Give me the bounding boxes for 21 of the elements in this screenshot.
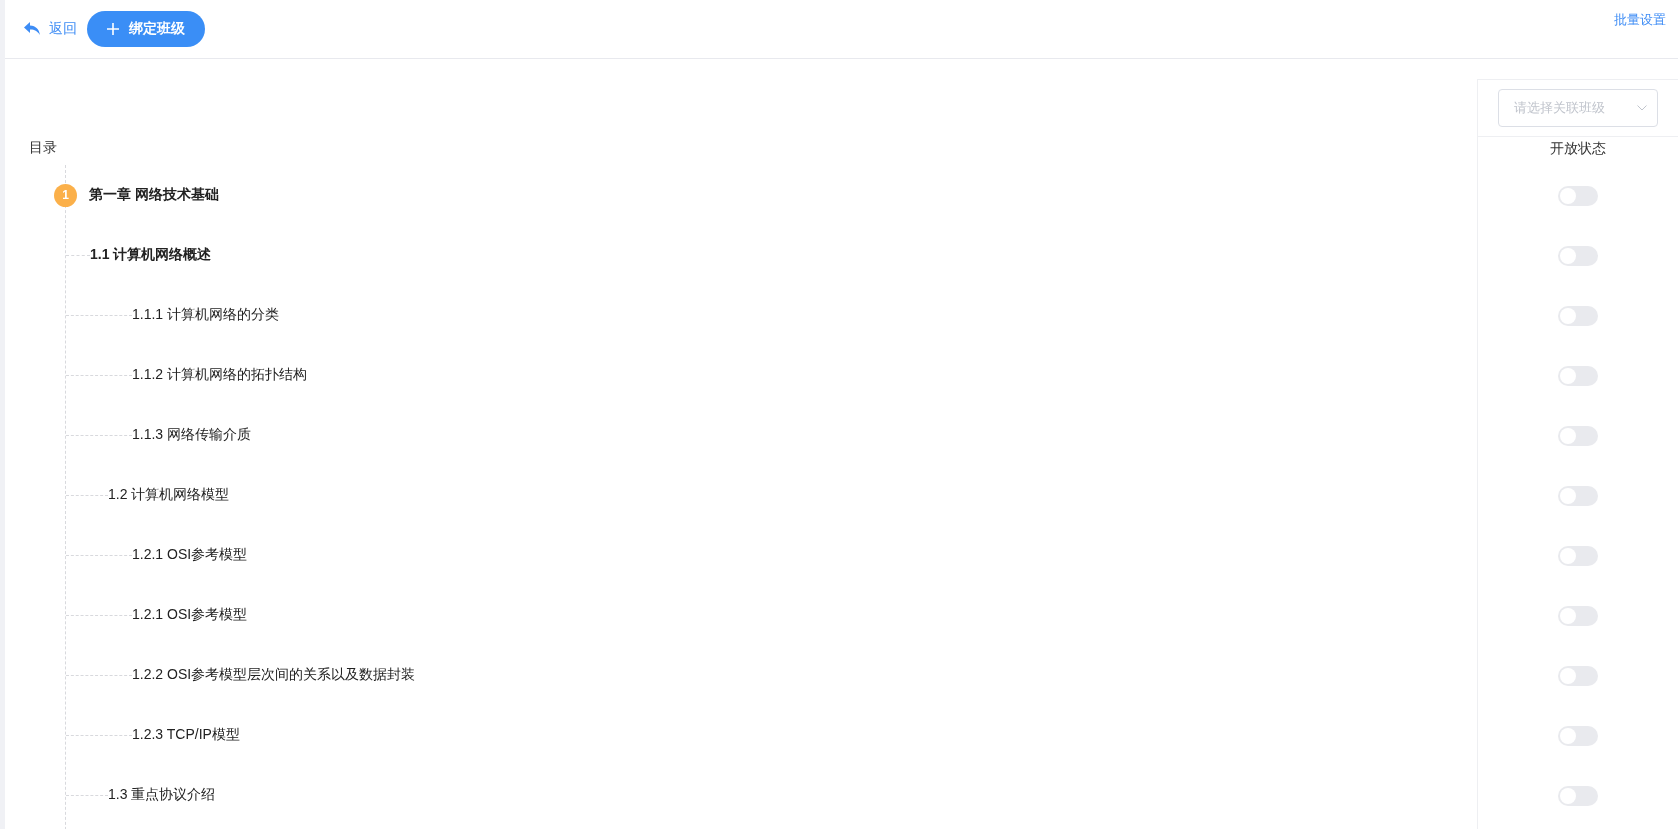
chapter-title: 第一章 网络技术基础 [89,186,219,204]
section-title: 1.2.3 TCP/IP模型 [132,726,240,744]
chevron-down-icon [1637,105,1647,111]
bind-class-button[interactable]: 绑定班级 [87,11,205,47]
section-title: 1.2 计算机网络模型 [108,486,230,504]
section-title: 1.3 重点协议介绍 [108,786,216,804]
section-title: 1.1.1 计算机网络的分类 [132,306,280,324]
class-select[interactable]: 请选择关联班级 [1498,89,1658,127]
back-link[interactable]: 返回 [23,20,77,38]
section-title: 1.1 计算机网络概述 [90,246,212,264]
section-title: 1.1.2 计算机网络的拓扑结构 [132,366,308,384]
section-title: 1.2.2 OSI参考模型层次间的关系以及数据封装 [132,666,416,684]
plus-icon [107,23,119,35]
section-title: 1.2.1 OSI参考模型 [132,606,248,624]
section-title: 1.2.1 OSI参考模型 [132,546,248,564]
number-badge: 1 [54,183,77,207]
column-header: 开放状态 [1550,140,1606,158]
section-title: 1.1.3 网络传输介质 [132,426,252,444]
back-arrow-icon [23,21,41,37]
batch-settings-link[interactable]: 批量设置 [1614,11,1666,29]
toc-title: 目录 [29,138,57,157]
